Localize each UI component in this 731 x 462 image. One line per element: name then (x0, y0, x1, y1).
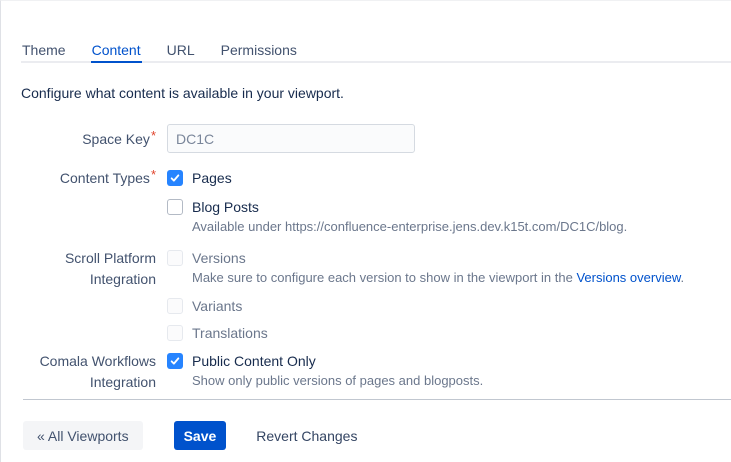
versions-overview-link[interactable]: Versions overview (576, 270, 680, 285)
content-types-label: Content Types* (1, 168, 156, 189)
checkbox-public-content-only-label: Public Content Only (192, 351, 316, 371)
space-key-label: Space Key* (1, 124, 156, 150)
public-content-only-description: Show only public versions of pages and b… (192, 372, 731, 389)
space-key-label-text: Space Key (82, 131, 150, 147)
all-viewports-button[interactable]: « All Viewports (23, 421, 143, 450)
viewport-settings-panel: Theme Content URL Permissions Configure … (0, 0, 731, 462)
footer-actions: « All Viewports Save Revert Changes (23, 421, 731, 450)
save-button[interactable]: Save (174, 421, 227, 450)
checkbox-versions-label: Versions (192, 248, 246, 268)
checkbox-unchecked-icon (167, 199, 183, 215)
checkbox-translations: Translations (167, 323, 731, 343)
checkbox-blog-posts-label: Blog Posts (192, 197, 259, 217)
checkbox-checked-icon (167, 170, 183, 186)
checkbox-blog-posts[interactable]: Blog Posts (167, 197, 731, 217)
versions-description-text: Make sure to configure each version to s… (192, 270, 576, 285)
checkbox-pages-label: Pages (192, 168, 232, 188)
versions-description-suffix: . (681, 270, 685, 285)
form-row-space-key: Space Key* (1, 124, 731, 153)
tab-permissions[interactable]: Permissions (220, 42, 298, 63)
tab-url[interactable]: URL (166, 42, 196, 63)
checkbox-pages[interactable]: Pages (167, 168, 731, 188)
required-asterisk: * (151, 167, 156, 182)
space-key-input (167, 124, 415, 153)
form-row-comala-workflows: Comala Workflows Integration Public Cont… (1, 351, 731, 393)
blog-posts-description: Available under https://confluence-enter… (192, 218, 731, 235)
tab-theme[interactable]: Theme (21, 42, 67, 63)
checkbox-translations-label: Translations (192, 323, 268, 343)
form-row-scroll-platform: Scroll Platform Integration Versions Mak… (1, 248, 731, 343)
content-settings-form: Space Key* Content Types* Pages (1, 124, 731, 393)
checkbox-checked-icon (167, 353, 183, 369)
versions-description: Make sure to configure each version to s… (192, 269, 731, 286)
content-types-label-text: Content Types (60, 170, 150, 186)
checkbox-disabled-icon (167, 250, 183, 266)
checkbox-variants-label: Variants (192, 296, 242, 316)
footer-divider (23, 399, 731, 400)
form-row-content-types: Content Types* Pages Blog Posts Availabl… (1, 168, 731, 235)
checkbox-disabled-icon (167, 298, 183, 314)
revert-changes-button[interactable]: Revert Changes (256, 421, 357, 450)
scroll-platform-label: Scroll Platform Integration (1, 248, 156, 290)
comala-workflows-label: Comala Workflows Integration (1, 351, 156, 393)
tab-content[interactable]: Content (91, 42, 142, 63)
tab-bar: Theme Content URL Permissions (21, 42, 731, 63)
intro-text: Configure what content is available in y… (21, 85, 711, 102)
checkbox-versions: Versions (167, 248, 731, 268)
checkbox-disabled-icon (167, 325, 183, 341)
checkbox-public-content-only[interactable]: Public Content Only (167, 351, 731, 371)
required-asterisk: * (151, 128, 156, 143)
checkbox-variants: Variants (167, 296, 731, 316)
